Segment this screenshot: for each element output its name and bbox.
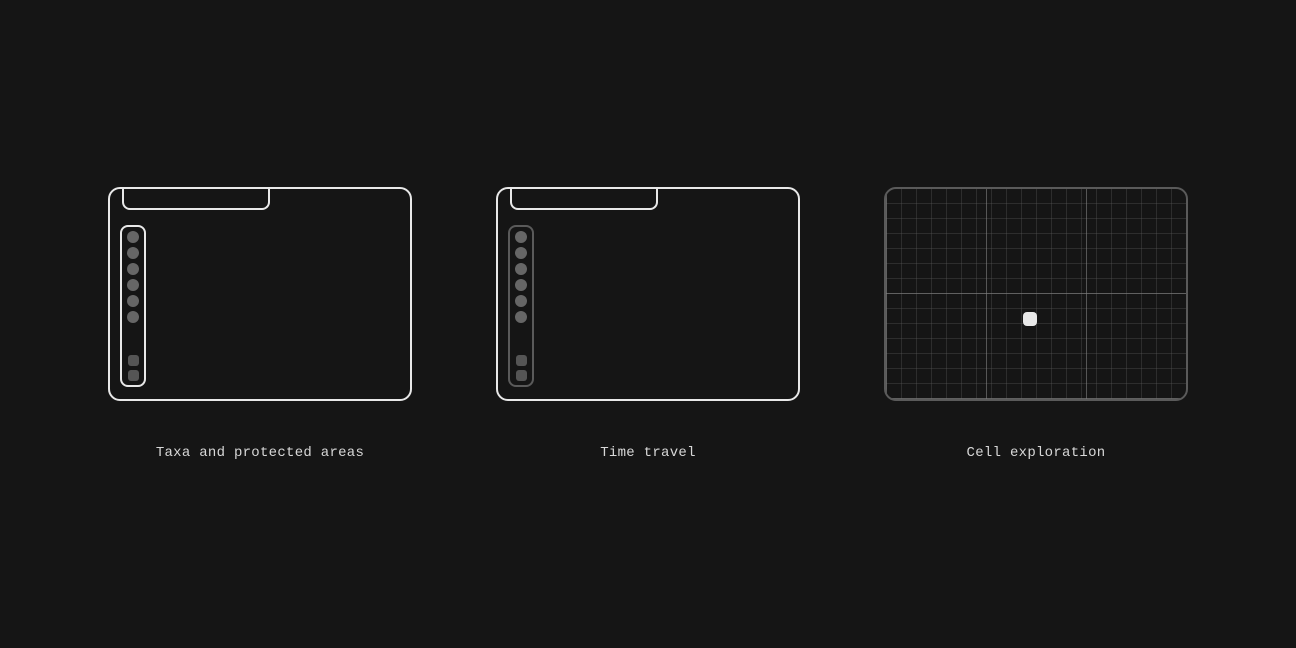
grid-marker-icon	[1023, 312, 1037, 326]
card-label-time-travel: Time travel	[600, 445, 696, 461]
panel-circle-icon	[515, 311, 527, 323]
panel-circle-icon	[515, 279, 527, 291]
panel-circle-icon	[127, 247, 139, 259]
panel-square-icon	[516, 370, 527, 381]
card-taxa-wrapper: Taxa and protected areas	[108, 187, 412, 461]
card-side-panel	[120, 225, 146, 387]
panel-circle-icon	[515, 247, 527, 259]
panel-circle-icon	[127, 279, 139, 291]
card-label-cell-exploration: Cell exploration	[967, 445, 1106, 461]
panel-circle-icon	[515, 231, 527, 243]
card-label-taxa: Taxa and protected areas	[156, 445, 364, 461]
panel-circle-icon	[127, 295, 139, 307]
panel-circle-icon	[515, 263, 527, 275]
grid-major-overlay	[886, 189, 1186, 399]
card-side-panel	[508, 225, 534, 387]
card-taxa[interactable]	[108, 187, 412, 401]
panel-square-icon	[128, 355, 139, 366]
panel-square-icon	[516, 355, 527, 366]
card-cell-exploration-wrapper: Cell exploration	[884, 187, 1188, 461]
card-top-bar	[122, 189, 270, 210]
panel-circle-icon	[127, 311, 139, 323]
panel-circle-icon	[127, 231, 139, 243]
card-cell-exploration[interactable]	[884, 187, 1188, 401]
card-top-bar	[510, 189, 658, 210]
panel-square-icon	[128, 370, 139, 381]
card-time-travel[interactable]	[496, 187, 800, 401]
panel-circle-icon	[515, 295, 527, 307]
panel-circle-icon	[127, 263, 139, 275]
cards-container: Taxa and protected areas Time travel	[108, 187, 1188, 461]
card-time-travel-wrapper: Time travel	[496, 187, 800, 461]
